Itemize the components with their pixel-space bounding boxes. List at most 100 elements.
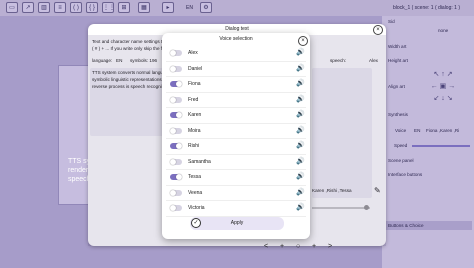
language-indicator[interactable]: EN bbox=[186, 3, 193, 13]
speaker-icon[interactable]: 🔊 bbox=[296, 110, 305, 118]
voice-toggle[interactable] bbox=[170, 127, 182, 134]
voice-row[interactable]: Fiona 🔊 bbox=[168, 78, 306, 92]
add-button-2[interactable]: + bbox=[312, 243, 316, 250]
breadcrumb: block_1 ( scene: 1 ( dialog: 1 ) bbox=[393, 5, 460, 11]
voice-toggle[interactable] bbox=[170, 65, 182, 72]
toggle-knob bbox=[170, 65, 176, 72]
toolbar-button-9[interactable]: ▦ bbox=[138, 2, 150, 13]
apply-button[interactable]: Apply bbox=[190, 217, 284, 230]
width-art-label: Width art bbox=[388, 44, 407, 49]
toolbar-button-2[interactable]: ↗ bbox=[22, 2, 34, 13]
apply-label: Apply bbox=[230, 220, 244, 226]
voice-toggle[interactable] bbox=[170, 158, 182, 165]
speaker-icon[interactable]: 🔊 bbox=[296, 79, 305, 87]
checkmark-icon: ✓ bbox=[191, 218, 201, 228]
top-toolbar: ▭ ↗ ▥ ≡ ( ) { } ⋮⋮ ⊞ ▦ ▸ EN ⚙ block_1 ( … bbox=[0, 0, 474, 16]
voice-dialog-title: Voice selection bbox=[219, 36, 253, 42]
speaker-icon[interactable]: 🔊 bbox=[296, 172, 305, 180]
speaker-icon[interactable]: 🔊 bbox=[296, 48, 305, 56]
height-art-label: Height art bbox=[388, 58, 408, 63]
voice-row[interactable]: Veena 🔊 bbox=[168, 187, 306, 201]
playback-bar: < + ○ + > bbox=[258, 243, 378, 257]
voice-name: Fred bbox=[188, 96, 199, 103]
toolbar-button-1[interactable]: ▭ bbox=[6, 2, 18, 13]
voice-row-divider bbox=[166, 153, 306, 155]
panel-section-label: Sid bbox=[388, 19, 395, 24]
voice-name: Veena bbox=[188, 189, 203, 196]
voice-row[interactable]: Fred 🔊 bbox=[168, 94, 306, 108]
voice-toggle[interactable] bbox=[170, 174, 182, 180]
toggle-knob bbox=[170, 96, 176, 103]
voice-toggle[interactable] bbox=[170, 50, 182, 56]
voice-row-divider bbox=[166, 107, 306, 108]
canvas-text-line: render bbox=[68, 167, 89, 174]
voice-row-divider bbox=[166, 200, 306, 201]
toolbar-button-3[interactable]: ▥ bbox=[38, 2, 50, 13]
speaker-icon[interactable]: 🔊 bbox=[296, 64, 305, 72]
toggle-knob bbox=[170, 158, 176, 165]
voice-toggle[interactable] bbox=[170, 112, 182, 118]
toolbar-gear-icon[interactable]: ⚙ bbox=[200, 2, 212, 13]
toggle-knob bbox=[176, 143, 182, 149]
voice-row[interactable]: Tessa 🔊 bbox=[168, 171, 306, 185]
voice-name: Fiona bbox=[188, 81, 201, 87]
speaker-icon[interactable]: 🔊 bbox=[296, 141, 305, 149]
toggle-knob bbox=[176, 81, 182, 87]
voice-row[interactable]: Moira 🔊 bbox=[168, 125, 306, 139]
toolbar-button-10[interactable]: ▸ bbox=[162, 2, 174, 13]
speaker-icon[interactable]: 🔊 bbox=[296, 188, 305, 196]
close-icon[interactable]: × bbox=[298, 36, 308, 46]
toggle-knob bbox=[176, 112, 182, 118]
voice-name: Rishi bbox=[188, 143, 200, 149]
speed-slider[interactable] bbox=[412, 145, 470, 147]
toolbar-button-7[interactable]: ⋮⋮ bbox=[102, 2, 115, 13]
voice-label: Voice bbox=[395, 128, 407, 133]
synthesis-label: Synthesis bbox=[388, 112, 408, 117]
voice-row-divider bbox=[166, 184, 306, 186]
toolbar-button-6[interactable]: { } bbox=[86, 2, 98, 13]
voice-row-divider bbox=[166, 138, 306, 139]
speaker-icon[interactable]: 🔊 bbox=[296, 157, 305, 165]
align-arrows-grid[interactable]: ↖ ↑ ↗ ← ▣ → ↙ ↓ ↘ bbox=[425, 69, 461, 105]
voice-row-divider bbox=[166, 76, 306, 77]
prev-button[interactable]: < bbox=[264, 243, 268, 250]
next-button[interactable]: > bbox=[328, 243, 332, 250]
speaker-icon[interactable]: 🔊 bbox=[296, 203, 305, 211]
right-properties-panel bbox=[382, 16, 474, 268]
voice-toggle[interactable] bbox=[170, 189, 182, 196]
voice-value-field[interactable]: Fiona ,Karen ,Ri bbox=[426, 128, 459, 133]
align-art-label: Align art bbox=[388, 84, 405, 89]
toolbar-button-8[interactable]: ⊞ bbox=[118, 2, 130, 13]
voice-row-divider bbox=[166, 91, 306, 93]
close-icon[interactable]: × bbox=[373, 25, 383, 35]
toolbar-button-4[interactable]: ≡ bbox=[54, 2, 66, 13]
voice-toggle[interactable] bbox=[170, 96, 182, 103]
voice-row[interactable]: Rishi 🔊 bbox=[168, 140, 306, 154]
toggle-knob bbox=[176, 174, 182, 180]
record-button[interactable]: ○ bbox=[296, 243, 300, 250]
add-button[interactable]: + bbox=[280, 243, 284, 250]
toggle-knob bbox=[170, 205, 176, 211]
voice-name: Karen bbox=[188, 112, 202, 118]
toolbar-button-5[interactable]: ( ) bbox=[70, 2, 82, 13]
voice-row[interactable]: Daniel 🔊 bbox=[168, 63, 306, 77]
voice-row[interactable]: Alex 🔊 bbox=[168, 47, 306, 61]
speed-label: Speed bbox=[394, 143, 408, 148]
voice-row[interactable]: Karen 🔊 bbox=[168, 109, 306, 123]
voice-name: Daniel bbox=[188, 65, 203, 72]
voice-row-divider bbox=[166, 169, 306, 170]
panel-none-value[interactable]: none bbox=[438, 28, 448, 33]
voice-toggle[interactable] bbox=[170, 143, 182, 149]
toggle-knob bbox=[170, 127, 176, 134]
voice-toggle[interactable] bbox=[170, 81, 182, 87]
buttons-choice-label: Buttons & Choice bbox=[388, 223, 424, 228]
speaker-icon[interactable]: 🔊 bbox=[296, 126, 305, 134]
voice-row[interactable]: Victoria 🔊 bbox=[168, 202, 306, 216]
voice-row[interactable]: Samantha 🔊 bbox=[168, 156, 306, 170]
voice-language[interactable]: EN bbox=[414, 128, 420, 133]
speaker-icon[interactable]: 🔊 bbox=[296, 95, 305, 103]
interface-buttons-label: Interface buttons bbox=[388, 172, 423, 177]
voice-name: Samantha bbox=[188, 158, 211, 165]
voice-toggle[interactable] bbox=[170, 205, 182, 211]
voice-name: Moira bbox=[188, 127, 201, 134]
